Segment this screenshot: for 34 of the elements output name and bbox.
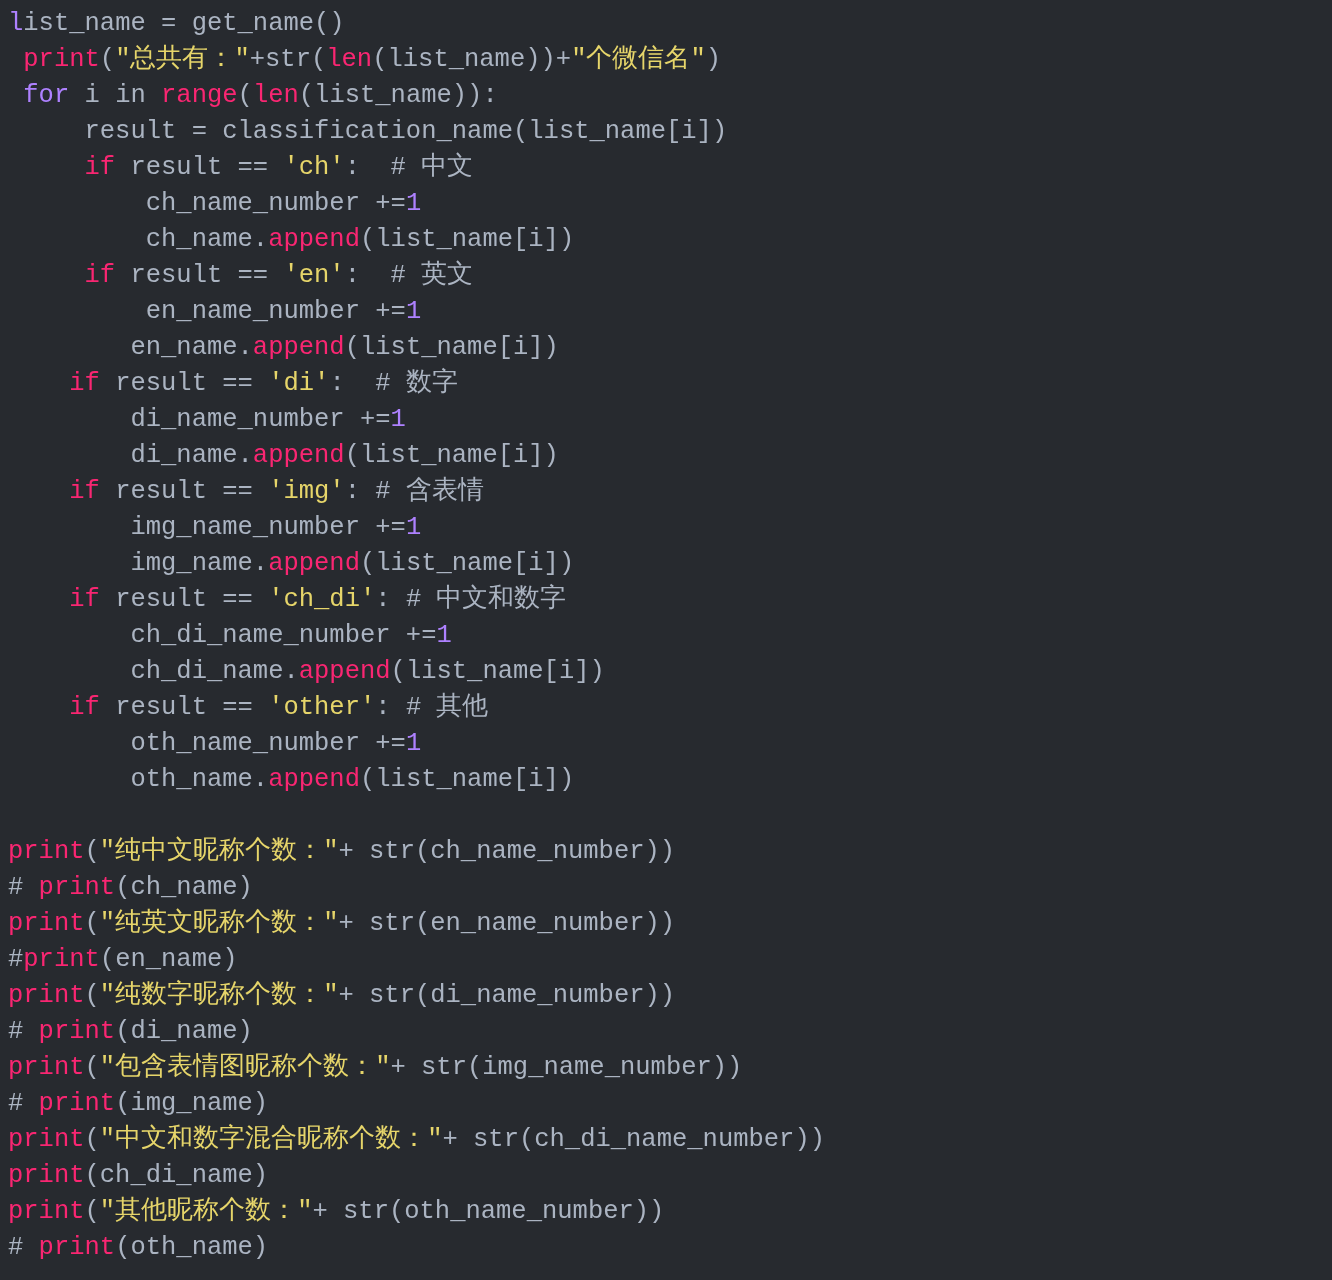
code-line: print(ch_di_name) (8, 1160, 269, 1192)
code-line: list_name = get_name() (8, 8, 345, 40)
code-line: oth_name_number +=1 (129, 728, 422, 760)
code-line: # print(ch_name) (8, 872, 253, 904)
code-line: result = classification_name(list_name[i]) (83, 116, 728, 148)
code-line: ch_name_number +=1 (144, 188, 422, 220)
code-line: oth_name.append(list_name[i]) (129, 764, 575, 796)
code-line: print("总共有："+str(len(list_name))+"个微信名") (22, 43, 722, 76)
code-line: if result == 'other': # 其他 (68, 691, 489, 724)
code-line: if result == 'di': # 数字 (68, 367, 458, 400)
code-line: img_name_number +=1 (129, 512, 422, 544)
code-line: print("包含表情图昵称个数："+ str(img_name_number)) (8, 1051, 743, 1084)
code-line: # print(oth_name) (8, 1232, 269, 1264)
code-line: ch_name.append(list_name[i]) (144, 224, 575, 256)
code-line: di_name_number +=1 (129, 404, 406, 436)
code-line: print("中文和数字混合昵称个数："+ str(ch_di_name_number)) (8, 1123, 825, 1156)
code-line: en_name_number +=1 (144, 296, 422, 328)
code-line: print("纯英文昵称个数："+ str(en_name_number)) (8, 907, 676, 940)
code-line: en_name.append(list_name[i]) (129, 332, 559, 364)
code-line: img_name.append(list_name[i]) (129, 548, 575, 580)
code-line: for i in range(len(list_name)): (22, 80, 498, 112)
code-line: print("纯数字昵称个数："+ str(di_name_number)) (8, 979, 676, 1012)
code-line: ch_di_name.append(list_name[i]) (129, 656, 605, 688)
code-line: if result == 'img': # 含表情 (68, 475, 484, 508)
code-line: print("其他昵称个数："+ str(oth_name_number)) (8, 1195, 665, 1228)
code-line: if result == 'ch_di': # 中文和数字 (68, 583, 567, 616)
code-line: #print(en_name) (8, 944, 238, 976)
code-line: # print(di_name) (8, 1016, 253, 1048)
code-line: # print(img_name) (8, 1088, 269, 1120)
code-line: ch_di_name_number +=1 (129, 620, 452, 652)
code-line: print("纯中文昵称个数："+ str(ch_name_number)) (8, 835, 676, 868)
code-line: di_name.append(list_name[i]) (129, 440, 559, 472)
code-line: if result == 'en': # 英文 (83, 259, 474, 292)
code-line: if result == 'ch': # 中文 (83, 151, 474, 184)
